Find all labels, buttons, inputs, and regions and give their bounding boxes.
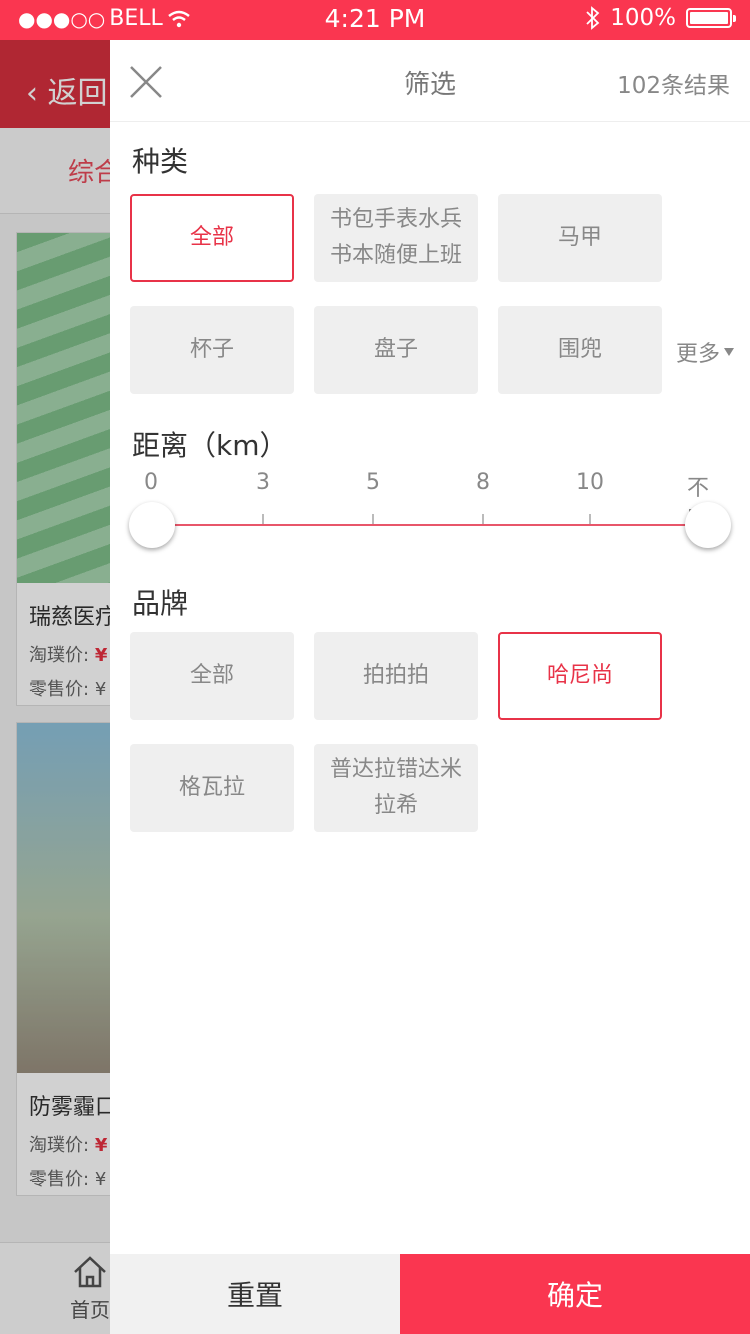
category-title: 种类	[132, 145, 189, 178]
reset-button[interactable]: 重置	[110, 1254, 400, 1334]
slider-tick	[262, 514, 264, 524]
category-option[interactable]: 马甲	[498, 194, 662, 282]
brand-option[interactable]: 拍拍拍	[314, 632, 478, 720]
category-option[interactable]: 全部	[130, 194, 294, 282]
bluetooth-icon	[586, 6, 600, 30]
distance-tick-label: 0	[144, 470, 158, 495]
brand-option[interactable]: 哈尼尚	[498, 632, 662, 720]
status-bar: ●●●○○ BELL 4:21 PM 100%	[0, 0, 750, 40]
battery-percent: 100%	[610, 5, 676, 31]
category-option[interactable]: 杯子	[130, 306, 294, 394]
more-button[interactable]: 更多	[676, 336, 735, 368]
slider-min-handle[interactable]	[129, 502, 175, 548]
category-option[interactable]: 围兜	[498, 306, 662, 394]
brand-option[interactable]: 全部	[130, 632, 294, 720]
battery-icon	[686, 8, 736, 28]
distance-title: 距离（km）	[132, 429, 288, 462]
filter-panel: 筛选 102条结果 种类 全部 书包手表水兵书本随便上班 马甲 杯子 盘子 围兜…	[110, 40, 750, 1334]
brand-title: 品牌	[132, 587, 189, 620]
slider-tick	[482, 514, 484, 524]
distance-tick-label: 8	[476, 470, 490, 495]
brand-option[interactable]: 普达拉错达米拉希	[314, 744, 478, 832]
brand-option[interactable]: 格瓦拉	[130, 744, 294, 832]
category-option[interactable]: 盘子	[314, 306, 478, 394]
more-label: 更多	[676, 342, 721, 367]
slider-tick	[372, 514, 374, 524]
distance-slider-track[interactable]	[152, 524, 708, 526]
distance-tick-label: 5	[366, 470, 380, 495]
category-option[interactable]: 书包手表水兵书本随便上班	[314, 194, 478, 282]
result-count: 102条结果	[617, 73, 730, 99]
dropdown-triangle-icon	[724, 348, 735, 356]
status-right: 100%	[586, 5, 736, 31]
distance-tick-label: 10	[576, 470, 604, 495]
distance-tick-label: 3	[256, 470, 270, 495]
filter-header: 筛选 102条结果	[110, 40, 750, 122]
confirm-button[interactable]: 确定	[400, 1254, 750, 1334]
slider-max-handle[interactable]	[685, 502, 731, 548]
slider-tick	[589, 514, 591, 524]
